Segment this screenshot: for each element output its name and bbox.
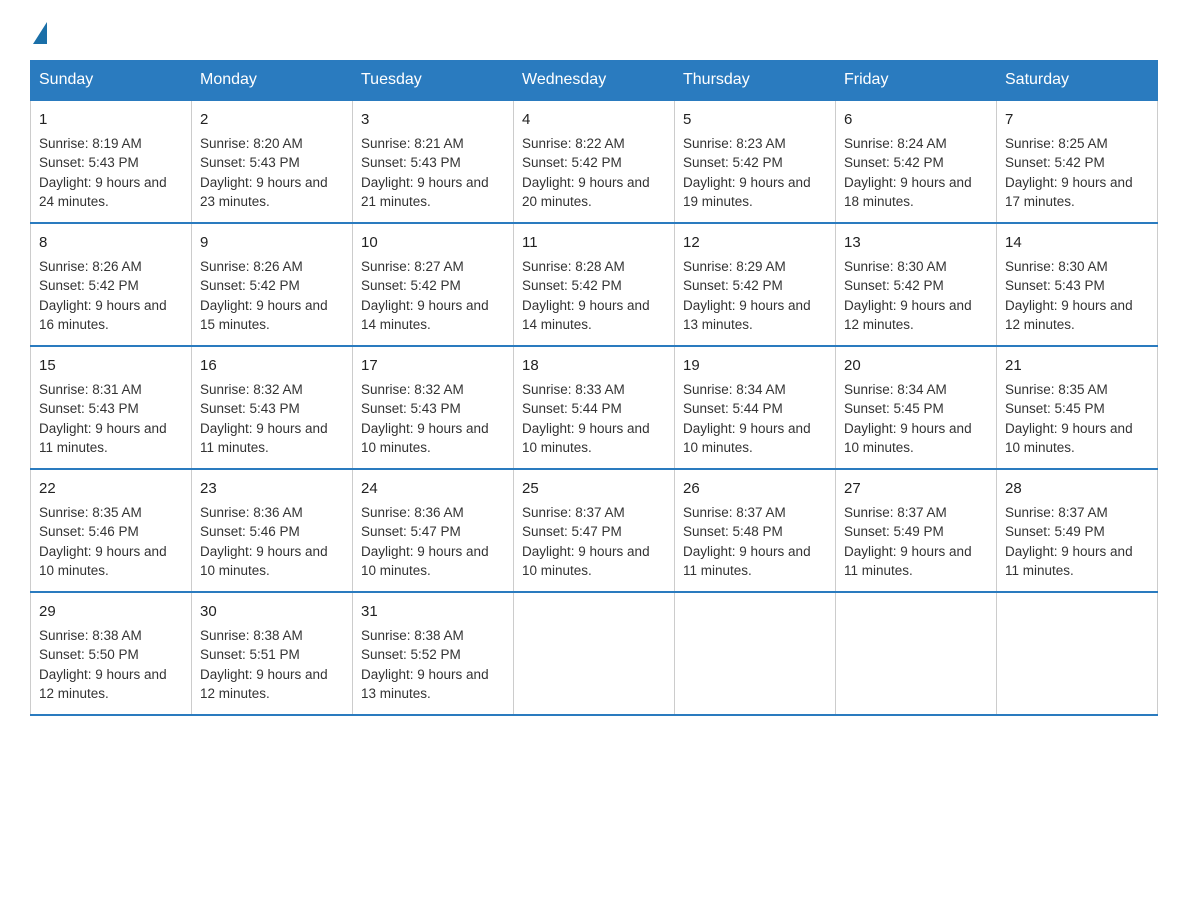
calendar-cell: 7Sunrise: 8:25 AMSunset: 5:42 PMDaylight… bbox=[997, 100, 1158, 223]
calendar-header-friday: Friday bbox=[836, 61, 997, 101]
calendar-cell: 9Sunrise: 8:26 AMSunset: 5:42 PMDaylight… bbox=[192, 223, 353, 346]
day-number: 25 bbox=[522, 478, 666, 500]
calendar-week-row: 1Sunrise: 8:19 AMSunset: 5:43 PMDaylight… bbox=[31, 100, 1158, 223]
calendar-header-wednesday: Wednesday bbox=[514, 61, 675, 101]
calendar-cell: 13Sunrise: 8:30 AMSunset: 5:42 PMDayligh… bbox=[836, 223, 997, 346]
calendar-week-row: 29Sunrise: 8:38 AMSunset: 5:50 PMDayligh… bbox=[31, 592, 1158, 715]
day-number: 29 bbox=[39, 601, 183, 623]
calendar-cell: 30Sunrise: 8:38 AMSunset: 5:51 PMDayligh… bbox=[192, 592, 353, 715]
calendar-cell: 27Sunrise: 8:37 AMSunset: 5:49 PMDayligh… bbox=[836, 469, 997, 592]
calendar-cell: 11Sunrise: 8:28 AMSunset: 5:42 PMDayligh… bbox=[514, 223, 675, 346]
calendar-table: SundayMondayTuesdayWednesdayThursdayFrid… bbox=[30, 60, 1158, 716]
calendar-cell: 29Sunrise: 8:38 AMSunset: 5:50 PMDayligh… bbox=[31, 592, 192, 715]
calendar-week-row: 22Sunrise: 8:35 AMSunset: 5:46 PMDayligh… bbox=[31, 469, 1158, 592]
day-number: 19 bbox=[683, 355, 827, 377]
calendar-cell: 16Sunrise: 8:32 AMSunset: 5:43 PMDayligh… bbox=[192, 346, 353, 469]
day-number: 13 bbox=[844, 232, 988, 254]
day-number: 7 bbox=[1005, 109, 1149, 131]
calendar-cell: 2Sunrise: 8:20 AMSunset: 5:43 PMDaylight… bbox=[192, 100, 353, 223]
day-number: 5 bbox=[683, 109, 827, 131]
calendar-cell: 15Sunrise: 8:31 AMSunset: 5:43 PMDayligh… bbox=[31, 346, 192, 469]
calendar-cell: 14Sunrise: 8:30 AMSunset: 5:43 PMDayligh… bbox=[997, 223, 1158, 346]
calendar-header-saturday: Saturday bbox=[997, 61, 1158, 101]
day-number: 10 bbox=[361, 232, 505, 254]
calendar-cell: 19Sunrise: 8:34 AMSunset: 5:44 PMDayligh… bbox=[675, 346, 836, 469]
calendar-cell: 20Sunrise: 8:34 AMSunset: 5:45 PMDayligh… bbox=[836, 346, 997, 469]
page-header bbox=[30, 20, 1158, 42]
day-number: 14 bbox=[1005, 232, 1149, 254]
day-number: 12 bbox=[683, 232, 827, 254]
calendar-cell: 3Sunrise: 8:21 AMSunset: 5:43 PMDaylight… bbox=[353, 100, 514, 223]
day-number: 22 bbox=[39, 478, 183, 500]
calendar-week-row: 8Sunrise: 8:26 AMSunset: 5:42 PMDaylight… bbox=[31, 223, 1158, 346]
logo bbox=[30, 20, 47, 42]
day-number: 27 bbox=[844, 478, 988, 500]
day-number: 21 bbox=[1005, 355, 1149, 377]
logo-triangle-icon bbox=[33, 22, 47, 44]
calendar-cell: 6Sunrise: 8:24 AMSunset: 5:42 PMDaylight… bbox=[836, 100, 997, 223]
day-number: 20 bbox=[844, 355, 988, 377]
calendar-cell: 25Sunrise: 8:37 AMSunset: 5:47 PMDayligh… bbox=[514, 469, 675, 592]
day-number: 11 bbox=[522, 232, 666, 254]
day-number: 18 bbox=[522, 355, 666, 377]
day-number: 17 bbox=[361, 355, 505, 377]
day-number: 16 bbox=[200, 355, 344, 377]
calendar-cell: 23Sunrise: 8:36 AMSunset: 5:46 PMDayligh… bbox=[192, 469, 353, 592]
day-number: 1 bbox=[39, 109, 183, 131]
day-number: 28 bbox=[1005, 478, 1149, 500]
day-number: 3 bbox=[361, 109, 505, 131]
calendar-cell: 31Sunrise: 8:38 AMSunset: 5:52 PMDayligh… bbox=[353, 592, 514, 715]
calendar-cell: 10Sunrise: 8:27 AMSunset: 5:42 PMDayligh… bbox=[353, 223, 514, 346]
day-number: 8 bbox=[39, 232, 183, 254]
day-number: 15 bbox=[39, 355, 183, 377]
calendar-cell bbox=[836, 592, 997, 715]
calendar-cell bbox=[997, 592, 1158, 715]
calendar-cell: 8Sunrise: 8:26 AMSunset: 5:42 PMDaylight… bbox=[31, 223, 192, 346]
day-number: 4 bbox=[522, 109, 666, 131]
day-number: 24 bbox=[361, 478, 505, 500]
calendar-cell: 26Sunrise: 8:37 AMSunset: 5:48 PMDayligh… bbox=[675, 469, 836, 592]
calendar-week-row: 15Sunrise: 8:31 AMSunset: 5:43 PMDayligh… bbox=[31, 346, 1158, 469]
calendar-cell: 17Sunrise: 8:32 AMSunset: 5:43 PMDayligh… bbox=[353, 346, 514, 469]
day-number: 6 bbox=[844, 109, 988, 131]
calendar-cell: 18Sunrise: 8:33 AMSunset: 5:44 PMDayligh… bbox=[514, 346, 675, 469]
day-number: 31 bbox=[361, 601, 505, 623]
calendar-cell: 21Sunrise: 8:35 AMSunset: 5:45 PMDayligh… bbox=[997, 346, 1158, 469]
calendar-header-row: SundayMondayTuesdayWednesdayThursdayFrid… bbox=[31, 61, 1158, 101]
calendar-header-thursday: Thursday bbox=[675, 61, 836, 101]
calendar-cell: 28Sunrise: 8:37 AMSunset: 5:49 PMDayligh… bbox=[997, 469, 1158, 592]
day-number: 9 bbox=[200, 232, 344, 254]
day-number: 23 bbox=[200, 478, 344, 500]
calendar-cell: 22Sunrise: 8:35 AMSunset: 5:46 PMDayligh… bbox=[31, 469, 192, 592]
day-number: 26 bbox=[683, 478, 827, 500]
calendar-header-monday: Monday bbox=[192, 61, 353, 101]
day-number: 2 bbox=[200, 109, 344, 131]
calendar-cell: 1Sunrise: 8:19 AMSunset: 5:43 PMDaylight… bbox=[31, 100, 192, 223]
calendar-header-sunday: Sunday bbox=[31, 61, 192, 101]
calendar-cell: 24Sunrise: 8:36 AMSunset: 5:47 PMDayligh… bbox=[353, 469, 514, 592]
calendar-cell bbox=[675, 592, 836, 715]
calendar-cell: 5Sunrise: 8:23 AMSunset: 5:42 PMDaylight… bbox=[675, 100, 836, 223]
calendar-cell bbox=[514, 592, 675, 715]
calendar-cell: 4Sunrise: 8:22 AMSunset: 5:42 PMDaylight… bbox=[514, 100, 675, 223]
calendar-cell: 12Sunrise: 8:29 AMSunset: 5:42 PMDayligh… bbox=[675, 223, 836, 346]
day-number: 30 bbox=[200, 601, 344, 623]
calendar-header-tuesday: Tuesday bbox=[353, 61, 514, 101]
